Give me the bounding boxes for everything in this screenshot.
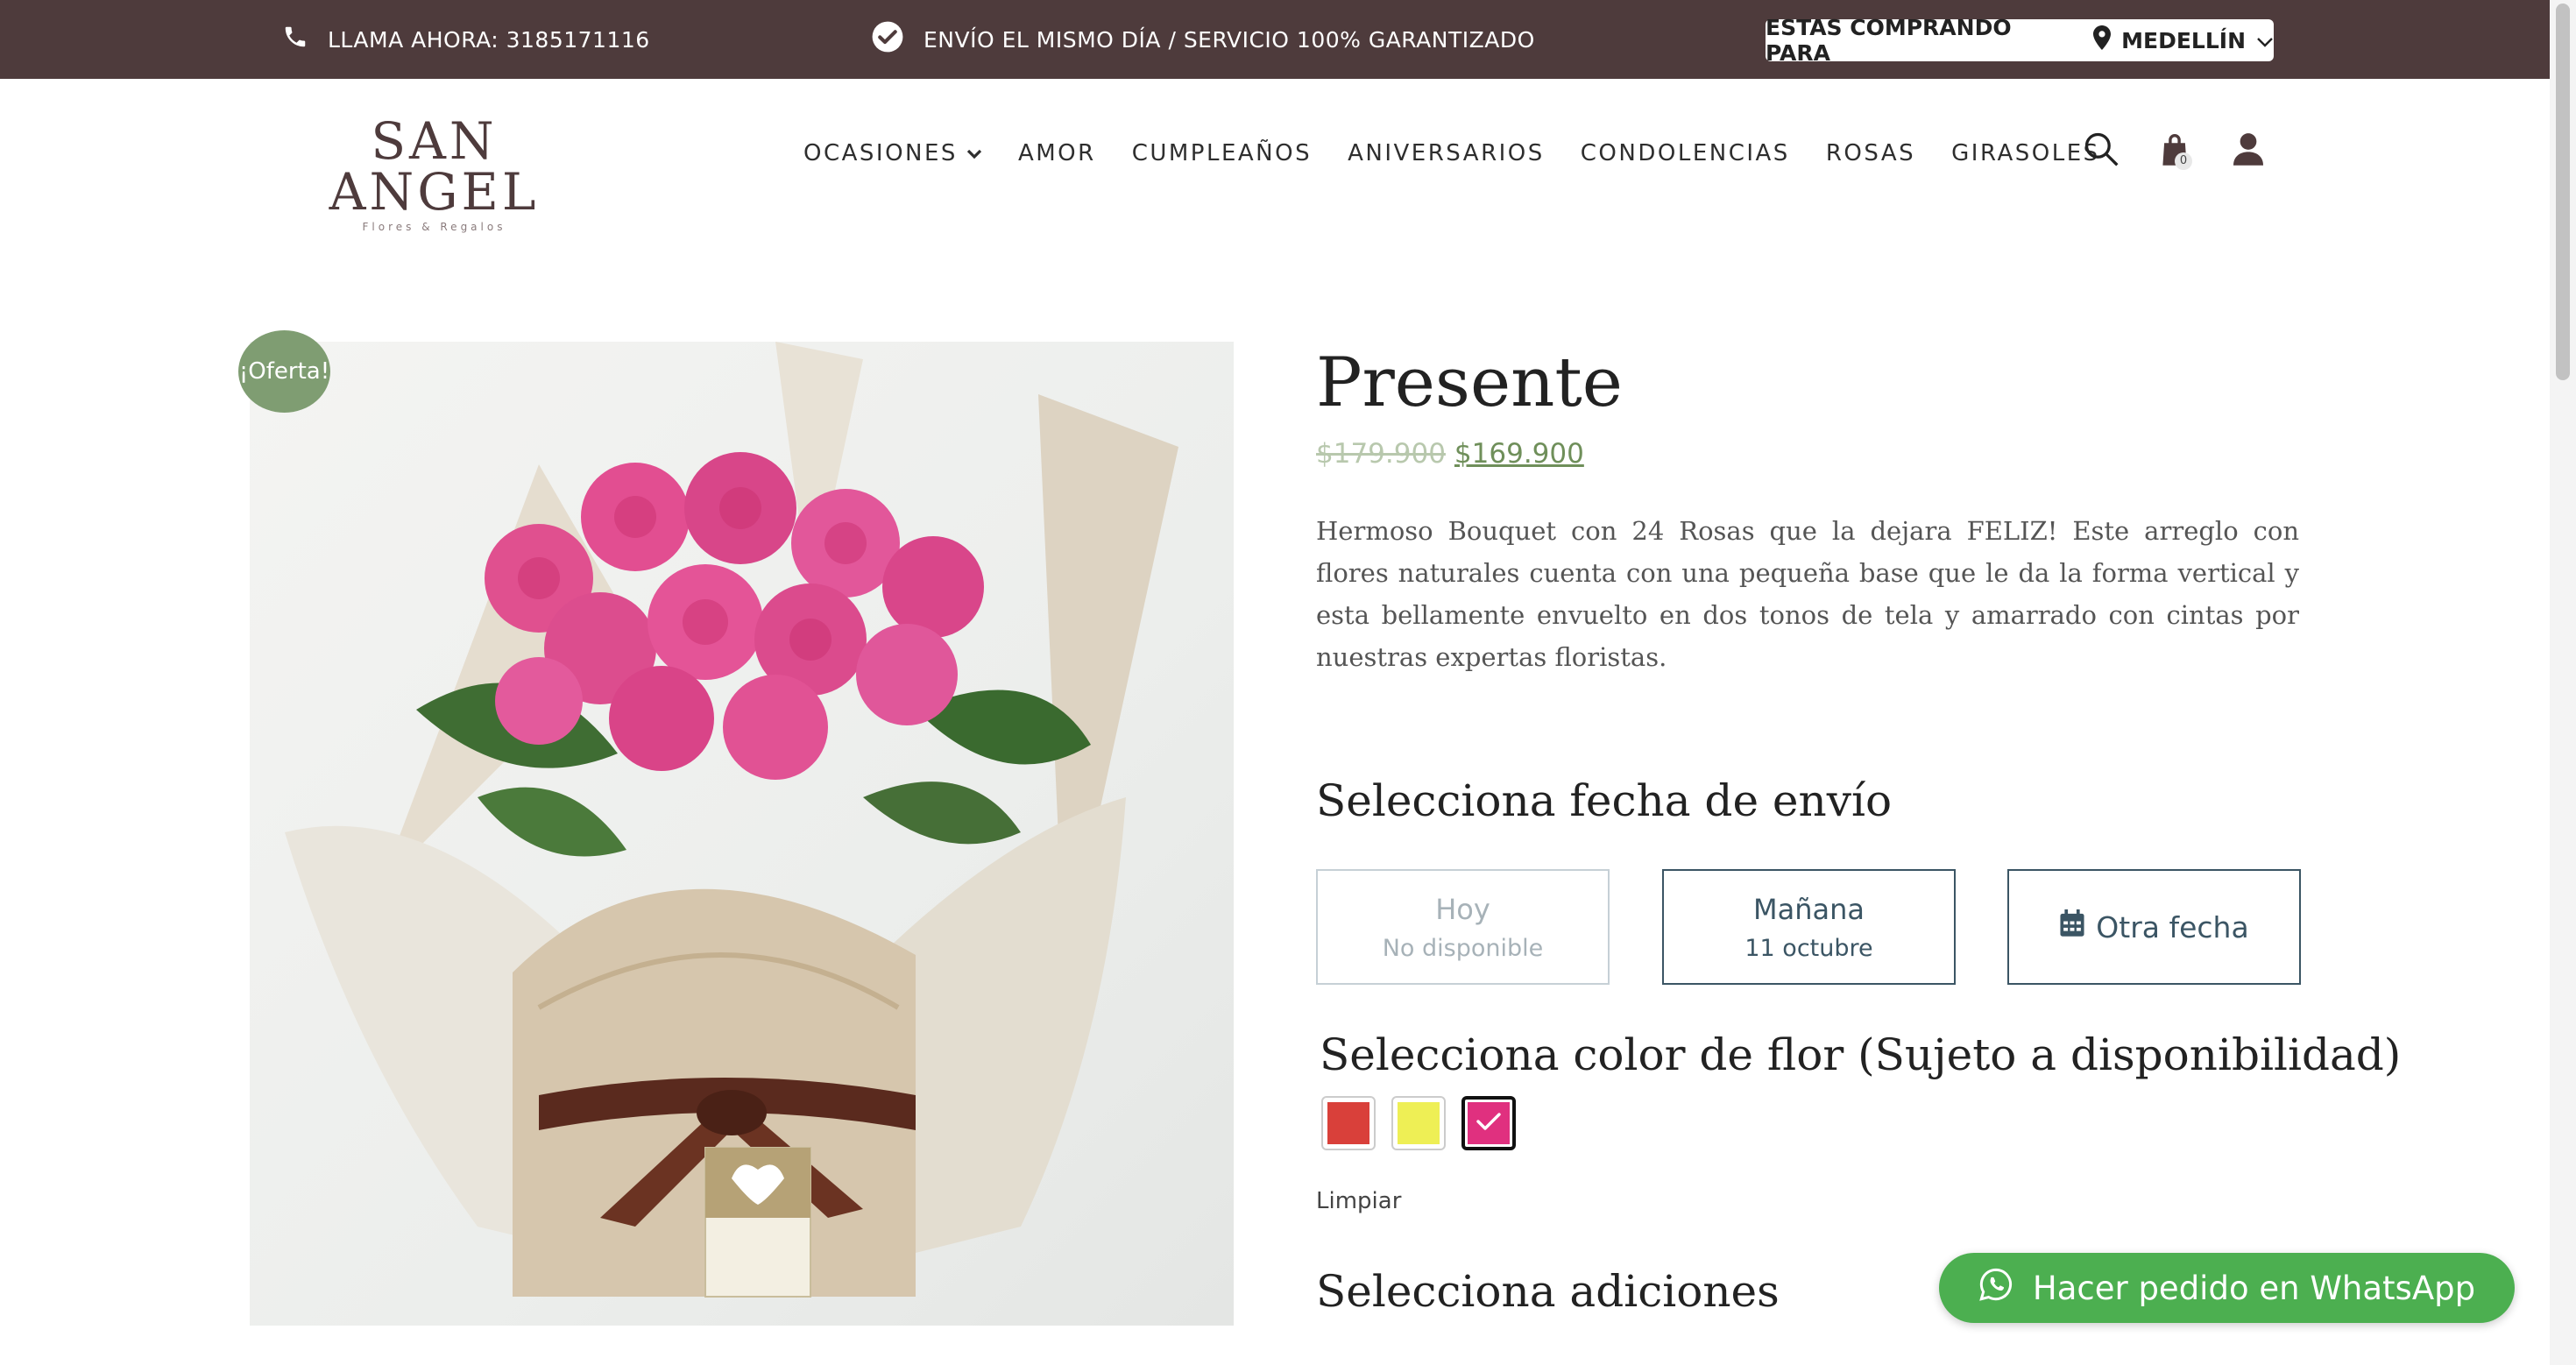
delivery-date-heading: Selecciona fecha de envío — [1316, 775, 1893, 826]
color-swatches — [1321, 1096, 1516, 1150]
brand-tagline: Flores & Regalos — [362, 221, 506, 233]
header-icons: 0 — [2082, 130, 2268, 170]
date-option-tomorrow[interactable]: Mañana 11 octubre — [1662, 869, 1956, 985]
calendar-icon — [2059, 909, 2085, 944]
nav-item-ocasiones[interactable]: OCASIONES — [803, 140, 982, 166]
product-description: Hermoso Bouquet con 24 Rosas que la deja… — [1316, 516, 2299, 672]
date-option-today[interactable]: Hoy No disponible — [1316, 869, 1610, 985]
flower-color-heading: Selecciona color de flor (Sujeto a dispo… — [1320, 1029, 2402, 1080]
product-image[interactable] — [250, 342, 1234, 1326]
nav-item-aniversarios[interactable]: ANIVERSARIOS — [1348, 140, 1545, 166]
phone-icon — [282, 24, 308, 55]
scrollbar-thumb[interactable] — [2556, 4, 2570, 380]
page-scrollbar[interactable] — [2550, 0, 2576, 1365]
date-option-label: Hoy — [1435, 892, 1490, 926]
date-option-other[interactable]: Otra fecha — [2007, 869, 2301, 985]
brand-name: SAN ANGEL — [329, 111, 540, 222]
user-icon[interactable] — [2229, 130, 2268, 168]
city-prefix: ESTAS COMPRANDO PARA — [1766, 15, 2012, 66]
city-name: MEDELLÍN — [2121, 27, 2246, 53]
date-option-sub: 11 octubre — [1744, 934, 1873, 962]
chevron-down-icon — [2256, 28, 2274, 53]
color-swatch-yellow[interactable] — [1391, 1096, 1446, 1150]
city-selector[interactable]: ESTAS COMPRANDO PARA MEDELLÍN — [1766, 15, 2274, 66]
search-icon[interactable] — [2082, 130, 2120, 168]
date-option-label: Otra fecha — [2096, 909, 2249, 944]
brand-logo[interactable]: SAN ANGEL Flores & Regalos — [287, 116, 581, 233]
color-swatch-pink[interactable] — [1461, 1096, 1516, 1150]
nav-item-cumpleanos[interactable]: CUMPLEAÑOS — [1132, 140, 1312, 166]
nav-label: OCASIONES — [803, 140, 958, 166]
shipping-label: ENVÍO EL MISMO DÍA / SERVICIO 100% GARAN… — [924, 26, 1535, 53]
chevron-down-icon — [966, 140, 982, 166]
whatsapp-icon — [1978, 1267, 2013, 1310]
product-title: Presente — [1316, 343, 1623, 422]
bouquet-illustration — [285, 342, 1178, 1298]
main-nav: OCASIONES AMOR CUMPLEAÑOS ANIVERSARIOS C… — [803, 140, 2100, 166]
sale-price: $169.900 — [1454, 438, 1584, 470]
additions-heading: Selecciona adiciones — [1316, 1266, 1780, 1317]
nav-item-rosas[interactable]: ROSAS — [1826, 140, 1915, 166]
date-option-sub: No disponible — [1382, 934, 1544, 962]
shipping-notice: ENVÍO EL MISMO DÍA / SERVICIO 100% GARAN… — [871, 0, 1535, 79]
call-now[interactable]: LLAMA AHORA: 3185171116 — [282, 0, 650, 79]
top-bar: LLAMA AHORA: 3185171116 ENVÍO EL MISMO D… — [0, 0, 2576, 79]
nav-item-girasoles[interactable]: GIRASOLES — [1951, 140, 2100, 166]
checkmark-icon — [1475, 1110, 1503, 1136]
product-price: $179.900 $169.900 — [1316, 438, 1584, 470]
whatsapp-label: Hacer pedido en WhatsApp — [2032, 1269, 2476, 1307]
cart-icon[interactable]: 0 — [2155, 130, 2194, 170]
whatsapp-order-button[interactable]: Hacer pedido en WhatsApp — [1939, 1253, 2515, 1323]
nav-item-condolencias[interactable]: CONDOLENCIAS — [1581, 140, 1790, 166]
color-swatch-red[interactable] — [1321, 1096, 1376, 1150]
map-pin-icon — [2093, 25, 2112, 55]
sale-badge: ¡Oferta! — [238, 330, 330, 413]
call-label: LLAMA AHORA: 3185171116 — [328, 26, 650, 53]
cart-count: 0 — [2175, 152, 2192, 170]
check-circle-icon — [871, 20, 904, 59]
old-price: $179.900 — [1316, 438, 1446, 470]
date-option-label: Mañana — [1753, 892, 1865, 926]
nav-item-amor[interactable]: AMOR — [1018, 140, 1096, 166]
clear-selection-link[interactable]: Limpiar — [1316, 1188, 1401, 1214]
